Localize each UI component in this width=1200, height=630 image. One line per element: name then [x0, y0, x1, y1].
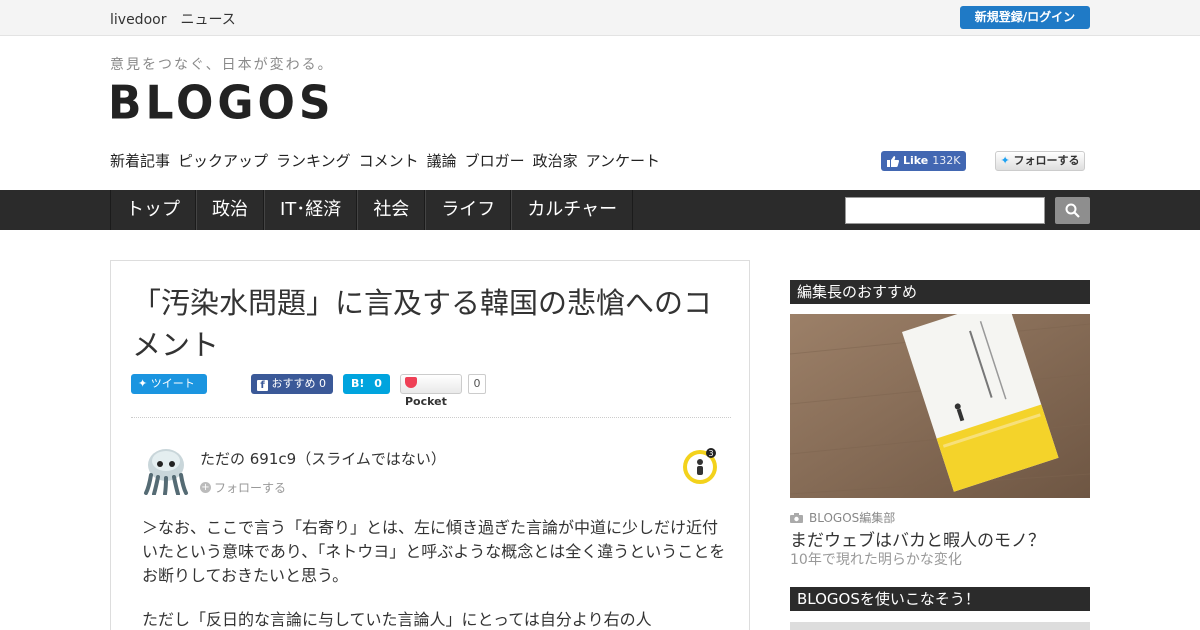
search-input[interactable] [845, 197, 1045, 224]
tab-culture[interactable]: カルチャー [511, 190, 634, 230]
thumbs-up-icon [887, 155, 899, 167]
tab-life[interactable]: ライフ [425, 190, 512, 230]
pocket-button[interactable]: Pocket [400, 374, 462, 408]
facebook-icon: f [257, 380, 268, 391]
search-icon [1065, 203, 1080, 218]
catnav-ranking[interactable]: ランキング [276, 150, 351, 171]
tab-top[interactable]: トップ [110, 190, 196, 230]
pocket-count: 0 [468, 374, 486, 394]
guide-heading: BLOGOSを使いこなそう！ [790, 587, 1090, 611]
follow-author-label: フォローする [214, 481, 287, 495]
tab-politics[interactable]: 政治 [196, 190, 264, 230]
follow-author-link[interactable]: + フォローする [200, 479, 286, 496]
livedoor-news-link[interactable]: livedoor ニュース [110, 9, 236, 29]
catnav-survey[interactable]: アンケート [586, 150, 660, 171]
comment-body: ＞なお、ここで言う「右寄り」とは、左に傾き過ぎた言論が中道に少しだけ近付いたとい… [142, 516, 732, 630]
article-card: 「汚染水問題」に言及する韓国の悲愴へのコメント ✦ ツイート f おすすめ 0 … [110, 260, 750, 630]
pocket-label: Pocket [405, 395, 447, 408]
catnav-bloggers[interactable]: ブロガー [465, 150, 525, 171]
pick-subtitle: 10年で現れた明らかな変化 [790, 552, 962, 568]
facebook-like-button[interactable]: Like 132K [881, 151, 967, 171]
editor-pick-heading: 編集長のおすすめ [790, 280, 1090, 304]
catnav-discussion[interactable]: 議論 [427, 150, 457, 171]
badge-count: 3 [708, 449, 713, 458]
facebook-recommend-count: 0 [319, 377, 326, 390]
pick-author-label: BLOGOS編集部 [809, 511, 896, 525]
pick-title-link[interactable]: まだウェブはバカと暇人のモノ？ [790, 526, 1045, 551]
divider [131, 417, 731, 418]
slime-avatar-icon[interactable] [141, 445, 191, 495]
tweet-button[interactable]: ✦ ツイート [131, 374, 207, 394]
tab-it-economy[interactable]: IT･経済 [264, 190, 358, 230]
site-logo[interactable]: BLOGOS [108, 77, 335, 132]
facebook-like-label: Like [903, 154, 929, 167]
pick-author[interactable]: BLOGOS編集部 [790, 509, 895, 526]
facebook-recommend-button[interactable]: f おすすめ 0 [251, 374, 333, 394]
tab-society[interactable]: 社会 [357, 190, 426, 230]
commenter-rank-badge-icon: 3 [683, 448, 717, 484]
catnav-pickup[interactable]: ピックアップ [178, 150, 268, 171]
comment-paragraph: ＞なお、ここで言う「右寄り」とは、左に傾き過ぎた言論が中道に少しだけ近付いたとい… [142, 518, 726, 585]
plus-icon: + [200, 482, 211, 493]
book-photo-image[interactable] [790, 314, 1090, 498]
comment-paragraph: ただし「反日的な言論に与していた言論人」にとっては自分より右の人 [142, 610, 652, 629]
hatena-label: B! [351, 377, 365, 390]
hatena-count: 0 [374, 377, 382, 390]
category-nav: 新着記事 ピックアップ ランキング コメント 議論 ブロガー 政治家 アンケート [110, 150, 660, 171]
tweet-label: ツイート [150, 377, 195, 390]
hatena-bookmark-button[interactable]: B! 0 [343, 374, 390, 394]
article-title: 「汚染水問題」に言及する韓国の悲愴へのコメント [132, 286, 713, 362]
catnav-politicians[interactable]: 政治家 [533, 150, 578, 171]
guide-banner[interactable] [790, 622, 1090, 630]
search-button[interactable] [1055, 197, 1090, 224]
site-tagline: 意見をつなぐ、日本が変わる。 [110, 57, 334, 73]
facebook-recommend-label: おすすめ [271, 377, 316, 390]
pocket-icon [405, 377, 417, 388]
twitter-bird-icon: ✦ [1000, 154, 1010, 167]
twitter-follow-button[interactable]: ✦ フォローする [995, 151, 1085, 171]
camera-icon [790, 512, 803, 523]
catnav-new-articles[interactable]: 新着記事 [110, 150, 170, 171]
catnav-comments[interactable]: コメント [359, 150, 419, 171]
comment-author-name[interactable]: ただの 691c9（スライムではない） [200, 448, 446, 469]
top-utility-bar: livedoor ニュース 新規登録/ログイン [0, 0, 1200, 36]
facebook-like-count: 132K [932, 154, 961, 167]
twitter-follow-label: フォローする [1013, 154, 1080, 167]
register-login-button[interactable]: 新規登録/ログイン [960, 6, 1090, 29]
twitter-bird-icon: ✦ [138, 377, 148, 390]
